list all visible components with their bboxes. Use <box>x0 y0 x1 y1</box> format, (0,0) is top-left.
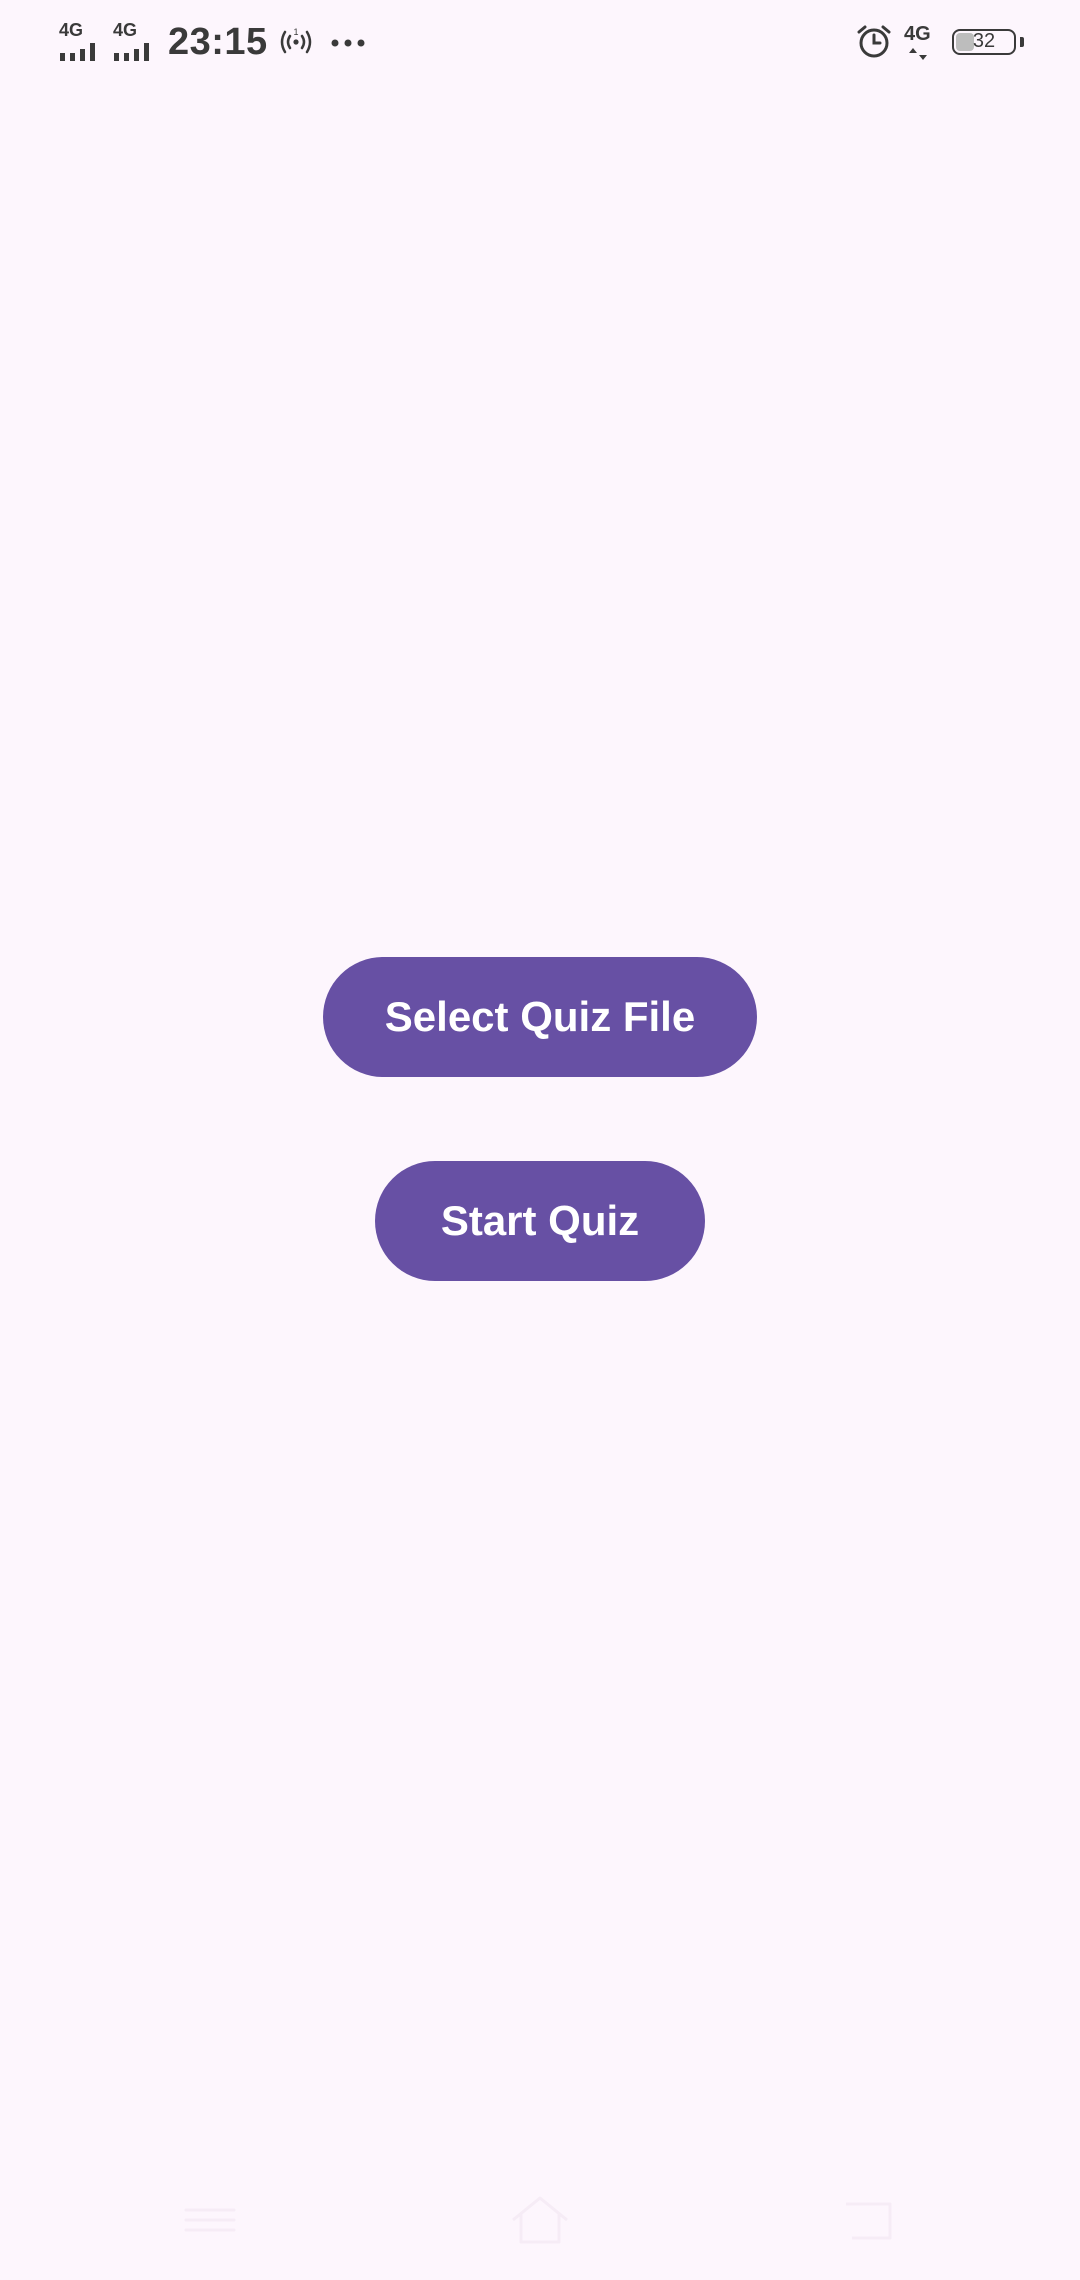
status-bar-left: 4G 4G 23:15 1 <box>58 18 366 66</box>
battery-tip <box>1020 37 1024 47</box>
alarm-icon <box>857 25 891 58</box>
back-icon[interactable] <box>838 2190 898 2250</box>
select-quiz-file-button[interactable]: Select Quiz File <box>323 957 757 1077</box>
signal-1-network-label: 4G <box>59 20 84 40</box>
navigation-bar <box>0 2180 1080 2280</box>
network-right-label: 4G <box>904 23 931 45</box>
menu-icon[interactable] <box>180 2190 240 2250</box>
signal-2: 4G <box>112 21 158 63</box>
start-quiz-button[interactable]: Start Quiz <box>375 1161 705 1281</box>
signal-icon <box>60 43 95 61</box>
status-bar: 4G 4G 23:15 1 4G 32 <box>0 0 1080 84</box>
status-bar-right: 4G 32 <box>856 18 1024 66</box>
signal-1: 4G <box>58 21 104 63</box>
signal-2-network-label: 4G <box>113 20 138 40</box>
battery-level: 32 <box>972 30 996 52</box>
data-arrows-icon <box>909 48 927 60</box>
hotspot-icon: 1 <box>280 27 311 54</box>
more-icon <box>331 39 365 47</box>
signal-icon <box>114 43 149 61</box>
network-4g-icon: 4G <box>904 22 940 62</box>
svg-text:1: 1 <box>293 27 298 37</box>
status-time: 23:15 <box>168 20 268 63</box>
home-icon[interactable] <box>505 2190 575 2250</box>
battery-icon: 32 <box>952 29 1016 55</box>
